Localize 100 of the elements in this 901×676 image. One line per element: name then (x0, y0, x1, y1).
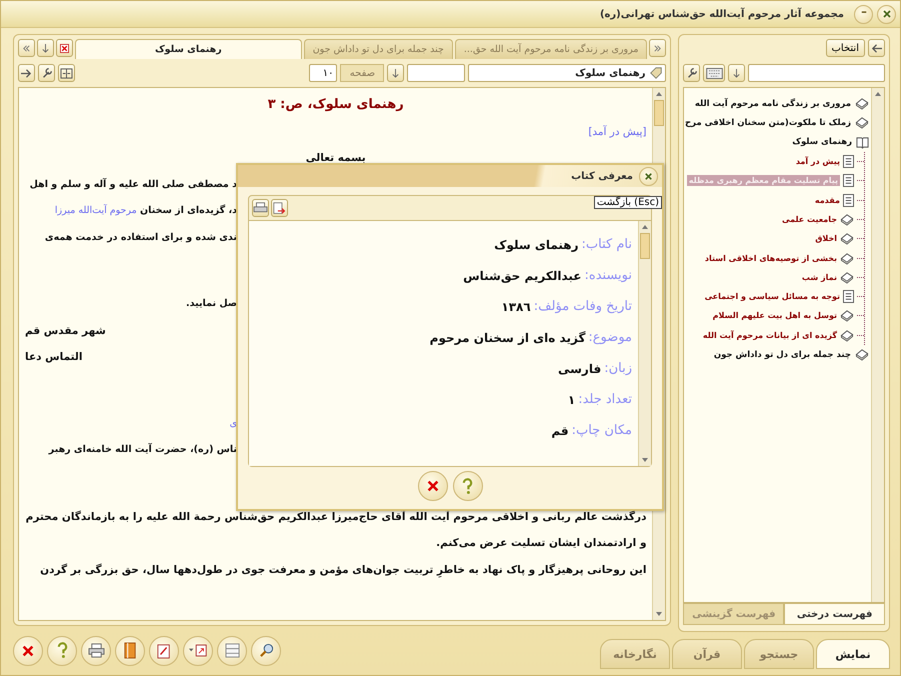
down-arrow-button[interactable] (387, 64, 404, 82)
close-icon (426, 479, 440, 493)
tree-item[interactable]: نماز شب (802, 272, 837, 282)
scrollbar[interactable] (871, 88, 884, 602)
wrench-icon (40, 67, 52, 79)
keyboard-icon (706, 68, 723, 78)
text-line: صل نمایید. (184, 297, 237, 311)
close-icon (643, 170, 654, 182)
main-tab[interactable]: نمایش (816, 639, 890, 669)
window-title: مجموعه آثار مرحوم آیت‌الله حق‌شناس تهرانی(ره) (600, 8, 845, 20)
close-tab-button[interactable] (56, 39, 73, 57)
back-button[interactable] (868, 39, 885, 57)
field-value: فارسی (558, 362, 602, 376)
search-icon (258, 643, 274, 658)
text-line: التماس دعا (25, 351, 82, 363)
book-icon (840, 232, 854, 246)
dropdown-export-icon (188, 644, 208, 657)
text-line: این روحانی پرهیزگار و پاک نهاد به خاطرِ تربیت جوان‌های مؤمن و معرفت جوی در طول‌دهها سال، حق بزرگی بر گردن (39, 562, 646, 580)
print-button[interactable] (81, 636, 111, 666)
down-arrow-button[interactable] (37, 39, 54, 57)
settings-button[interactable] (38, 64, 55, 82)
text-link[interactable]: ی (230, 418, 237, 428)
book-icon (840, 252, 854, 265)
field-label: موضوع: (588, 330, 632, 345)
tree-item[interactable]: گزیده ای از بیانات مرحوم آیت الله (702, 330, 837, 340)
help-button[interactable] (452, 471, 482, 501)
close-button[interactable] (639, 166, 658, 186)
print-button[interactable] (252, 199, 269, 217)
printer-icon (253, 202, 268, 214)
book-icon (122, 642, 138, 659)
close-button[interactable] (13, 636, 43, 666)
text-line: ناس (ره)، حضرت آیت الله خامنه‌ای رهبر (47, 442, 237, 457)
field-label: تاریخ وفات مؤلف: (534, 299, 632, 314)
text-line: ندی شده و برای استفاده در خدمت همه‌ی (44, 230, 237, 244)
list-tab[interactable]: فهرست درختی (784, 603, 885, 625)
tree-item[interactable]: چند جمله برای دل تو داداش جون (714, 350, 851, 360)
tag-icon (649, 66, 664, 80)
export-button[interactable] (271, 199, 288, 217)
scroll-tabs-button[interactable] (649, 39, 666, 57)
export-button[interactable] (183, 636, 213, 666)
book-title-field[interactable]: رهنمای سلوک (468, 64, 666, 82)
field-value: قم (551, 424, 569, 438)
left-arrow-icon (870, 42, 883, 54)
tree-item[interactable]: جامعیت علمی (782, 214, 837, 224)
close-button[interactable] (877, 4, 896, 24)
scrollbar-thumb[interactable] (640, 233, 650, 259)
question-mark-icon (56, 642, 68, 659)
document-icon (843, 174, 854, 188)
cancel-button[interactable] (418, 471, 448, 501)
book-icon (840, 328, 854, 342)
scrollbar[interactable] (638, 221, 651, 466)
field-value: رهنمای سلوک (494, 238, 579, 252)
tree-item[interactable]: مروری بر زندگی نامه مرحوم آیت الله (694, 98, 851, 109)
page-field[interactable]: ۱۰ (309, 64, 338, 82)
search-button[interactable] (251, 636, 281, 666)
scroll-tabs-button[interactable] (18, 39, 35, 57)
text-line: بسمه تعالی (304, 151, 367, 166)
text-link[interactable]: مرحوم آیت‌الله میرزا (54, 205, 137, 216)
text-line: و ارادتمندان ایشان تسلیت عرض می‌کنم. (435, 536, 646, 551)
book-icon (840, 270, 854, 284)
down-arrow-icon (41, 42, 50, 54)
dialog-title: معرفی کتاب (571, 170, 633, 182)
printer-icon (88, 643, 104, 658)
tree-item[interactable]: اخلاق (815, 234, 837, 244)
search-field[interactable] (748, 64, 885, 82)
tree-item[interactable]: مقدمه (814, 196, 840, 205)
down-arrow-button[interactable] (728, 64, 746, 82)
double-chevron-icon (22, 44, 31, 52)
field-value: گزید ه‌ای از سخنان مرحوم (430, 330, 586, 344)
right-arrow-icon (20, 68, 33, 78)
edit-button[interactable] (149, 636, 179, 666)
notepad-icon (157, 642, 171, 658)
text-field[interactable] (407, 64, 466, 82)
close-icon (60, 44, 69, 52)
field-value: عبدالکریم حق‌شناس (463, 268, 582, 282)
field-label: مکان چاپ: (572, 423, 632, 438)
close-icon (21, 644, 35, 658)
document-tab[interactable]: رهنمای سلوک (75, 39, 302, 59)
down-arrow-icon (391, 68, 400, 78)
split-view-button[interactable] (58, 64, 75, 82)
tree-item[interactable]: زملک تا ملکوت(متن سخنان اخلاقی مرح (684, 118, 851, 128)
forward-button[interactable] (18, 64, 35, 82)
tree-item[interactable]: پیش در آمد (796, 157, 840, 166)
keyboard-button[interactable] (703, 64, 726, 82)
field-label: نویسنده: (584, 268, 632, 283)
scrollbar-thumb[interactable] (654, 100, 664, 126)
book-button[interactable] (115, 636, 145, 666)
export-document-icon (273, 202, 286, 214)
list-button[interactable] (217, 636, 247, 666)
tree-item[interactable]: رهنمای سلوک (792, 137, 852, 148)
tree-item[interactable]: توجه به مسائل سیاسی و اجتماعی (704, 292, 840, 302)
select-button[interactable]: انتخاب (826, 39, 865, 57)
question-mark-icon (462, 478, 473, 494)
double-chevron-icon (653, 44, 662, 52)
tree-item[interactable]: بخشی از توصیه‌های اخلاقی استاد (704, 254, 837, 263)
settings-button[interactable] (683, 64, 700, 82)
field-label: نام کتاب: (582, 237, 632, 252)
section-link[interactable]: [پیش در آمد] (588, 126, 646, 138)
help-button[interactable] (47, 636, 77, 666)
tree-item[interactable]: توسل به اهل بیت علیهم السلام (712, 311, 837, 320)
